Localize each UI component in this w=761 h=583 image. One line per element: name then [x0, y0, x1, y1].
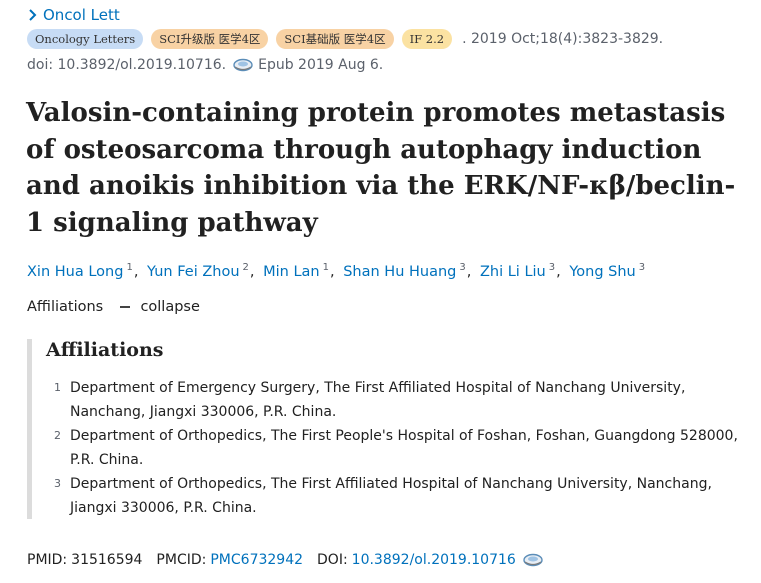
affiliation-line: Nanchang, Jiangxi 330006, P.R. China. [70, 404, 337, 420]
affiliation-number: 3 [54, 477, 61, 490]
affiliation-number: 1 [54, 381, 61, 394]
external-link-icon[interactable] [232, 58, 254, 72]
affiliations-panel: Affiliations 1 Department of Emergency S… [27, 339, 752, 519]
journal-badge[interactable]: Oncology Letters [27, 29, 144, 49]
doi-text: doi: 10.3892/ol.2019.10716. [27, 57, 227, 73]
sci-upgrade-badge[interactable]: SCI升级版 医学4区 [151, 29, 269, 49]
doi-label: DOI: [317, 552, 348, 568]
author-link[interactable]: Min Lan [263, 264, 320, 280]
sci-basic-badge[interactable]: SCI基础版 医学4区 [276, 29, 394, 49]
doi-line: doi: 10.3892/ol.2019.10716. Epub 2019 Au… [27, 57, 383, 73]
affiliation-line: Jiangxi 330006, P.R. China. [70, 500, 257, 516]
doi-link[interactable]: 10.3892/ol.2019.10716 [352, 552, 516, 568]
journal-badges-row: Oncology Letters SCI升级版 医学4区 SCI基础版 医学4区… [27, 29, 663, 49]
epub-date: Epub 2019 Aug 6. [258, 57, 384, 73]
author-list: Xin Hua Long 1, Yun Fei Zhou 2, Min Lan 1, … [27, 262, 646, 280]
article-title: Valosin-containing protein promotes meta… [26, 98, 736, 238]
author-link[interactable]: Shan Hu Huang [343, 264, 456, 280]
author-link[interactable]: Yun Fei Zhou [147, 264, 239, 280]
article-identifiers: PMID: 31516594 PMCID: PMC6732942 DOI: 10… [27, 552, 548, 568]
affiliation-line: P.R. China. [70, 452, 144, 468]
author-link[interactable]: Yong Shu [569, 264, 635, 280]
citation-text: . 2019 Oct;18(4):3823-3829. [462, 31, 664, 47]
affiliation-ref[interactable]: 3 [549, 262, 555, 273]
author-link[interactable]: Xin Hua Long [27, 264, 123, 280]
author-link[interactable]: Zhi Li Liu [480, 264, 546, 280]
chevron-right-icon [29, 9, 37, 21]
pmid-value: 31516594 [71, 552, 143, 568]
impact-factor-badge[interactable]: IF 2.2 [401, 29, 453, 49]
journal-row: Oncol Lett [27, 6, 120, 24]
affiliation-ref[interactable]: 3 [459, 262, 465, 273]
affiliation-ref[interactable]: 2 [243, 262, 249, 273]
affiliation-ref[interactable]: 3 [639, 262, 645, 273]
affiliations-toggle[interactable]: Affiliations collapse [27, 299, 200, 315]
collapse-label[interactable]: collapse [140, 299, 199, 315]
affiliation-ref[interactable]: 1 [323, 262, 329, 273]
affiliation-line: Department of Emergency Surgery, The Fir… [70, 380, 686, 396]
pmid-label: PMID: [27, 552, 68, 568]
affiliation-line: Department of Orthopedics, The First Aff… [70, 476, 712, 492]
journal-link[interactable]: Oncol Lett [43, 6, 120, 24]
affiliations-heading: Affiliations [46, 339, 164, 361]
collapse-icon [119, 306, 130, 308]
pmcid-label: PMCID: [156, 552, 207, 568]
pmcid-link[interactable]: PMC6732942 [210, 552, 303, 568]
affiliations-toggle-label: Affiliations [27, 299, 104, 315]
affiliation-ref[interactable]: 1 [126, 262, 132, 273]
affiliation-number: 2 [54, 429, 61, 442]
external-link-icon[interactable] [522, 553, 544, 567]
affiliation-line: Department of Orthopedics, The First Peo… [70, 428, 738, 444]
